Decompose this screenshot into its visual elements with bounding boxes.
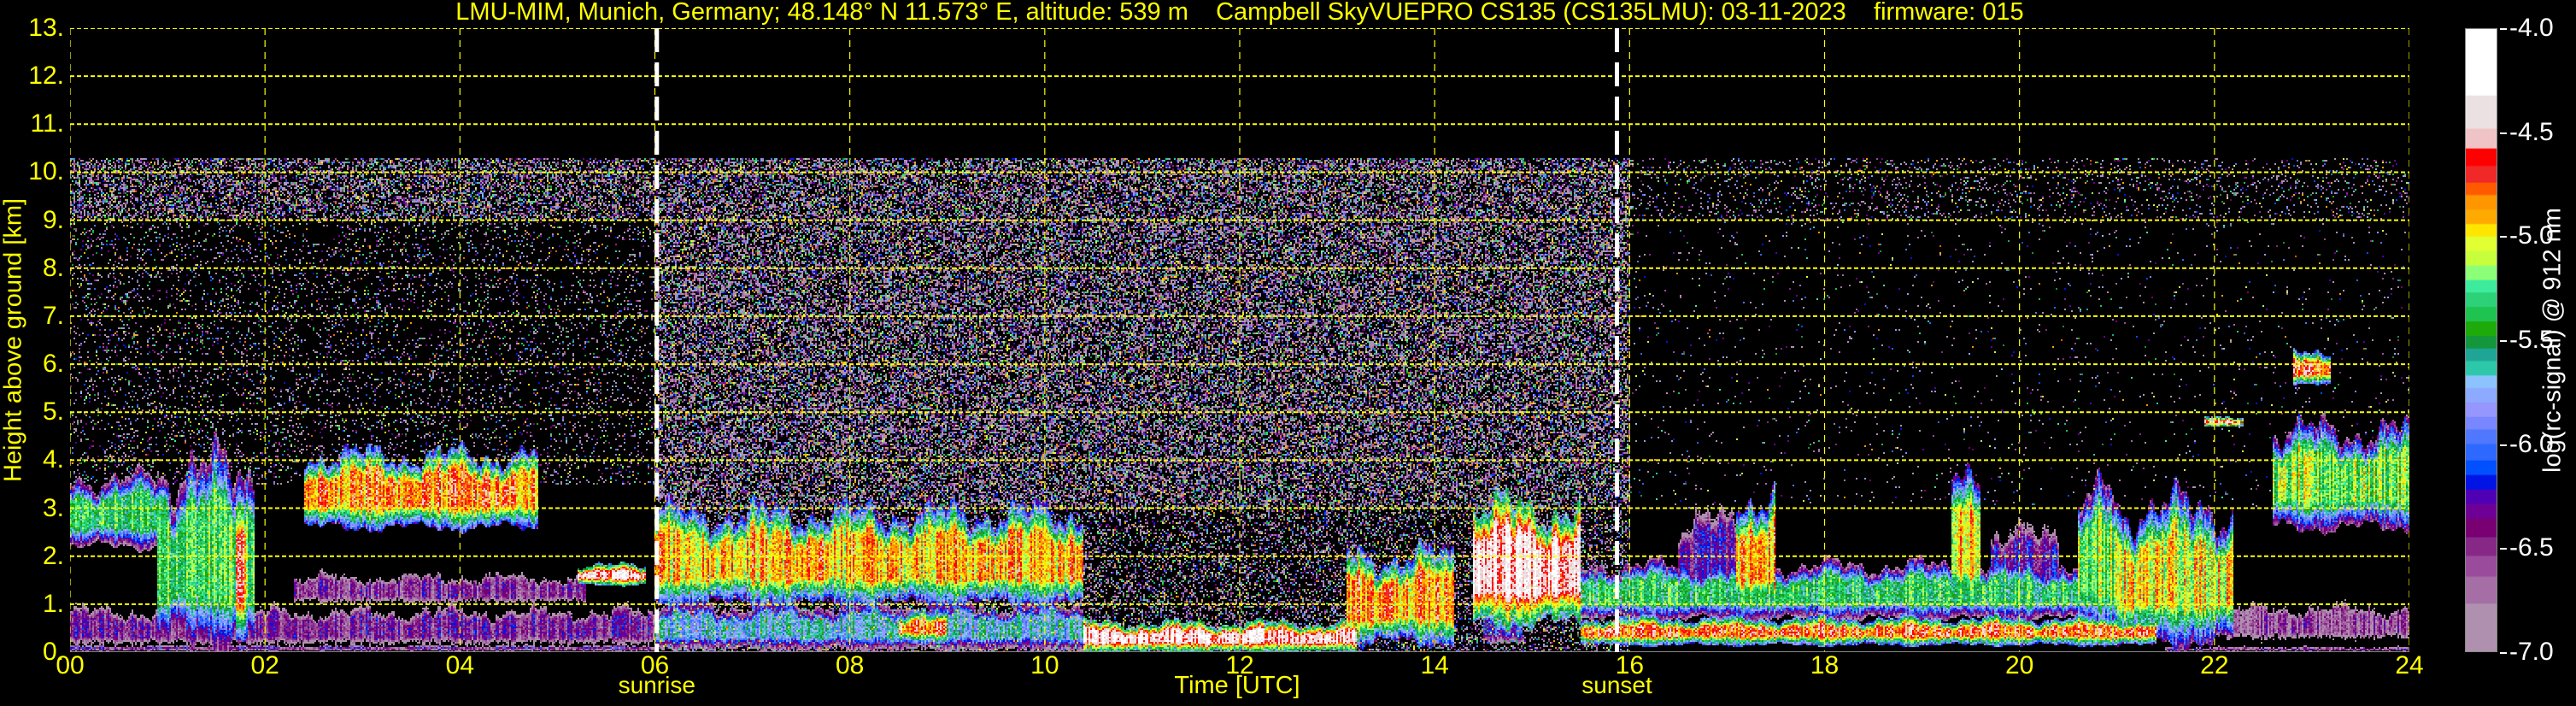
y-axis-label: Height above ground [km] — [0, 197, 27, 483]
y-tick-label: 12. — [28, 62, 64, 91]
sunrise-label: sunrise — [618, 672, 695, 698]
x-tick-label: 18 — [1810, 651, 1840, 680]
colorbar — [2465, 28, 2497, 652]
y-tick-label: 1. — [42, 589, 64, 618]
colorbar-tick-label: -4.5 — [2500, 118, 2554, 147]
y-tick-label: 11. — [30, 109, 64, 138]
x-tick-label: 04 — [445, 651, 475, 680]
x-tick-label: 00 — [56, 651, 85, 680]
y-tick-label: 2. — [42, 541, 64, 570]
grid-overlay — [70, 28, 2409, 652]
y-tick-label: 4. — [42, 445, 64, 474]
plot-area — [70, 28, 2409, 652]
y-tick-label: 5. — [42, 397, 64, 427]
x-tick-label: 02 — [250, 651, 279, 680]
sunset-label: sunset — [1581, 672, 1652, 698]
y-tick-label: 10. — [28, 157, 64, 186]
colorbar-tick-label: -6.5 — [2500, 533, 2554, 562]
colorbar-tick-label: -7.0 — [2500, 638, 2554, 667]
y-tick-label: 3. — [42, 493, 64, 522]
x-tick-label: 08 — [835, 651, 865, 680]
colorbar-tick-label: -4.0 — [2500, 14, 2554, 43]
x-tick-label: 10 — [1030, 651, 1059, 680]
x-tick-label: 22 — [2200, 651, 2229, 680]
y-tick-label: 9. — [42, 205, 64, 234]
y-tick-label: 7. — [42, 301, 64, 330]
colorbar-label: log(rc-signal) @ 912 nm — [2538, 208, 2567, 473]
x-tick-label: 20 — [2004, 651, 2034, 680]
y-tick-label: 8. — [42, 253, 64, 282]
x-axis-label: Time [UTC] — [1174, 672, 1300, 699]
x-tick-label: 14 — [1420, 651, 1449, 680]
x-tick-label: 24 — [2395, 651, 2424, 680]
chart-title: LMU-MIM, Munich, Germany; 48.148° N 11.5… — [455, 0, 2024, 26]
y-tick-label: 6. — [42, 350, 64, 379]
y-tick-label: 13. — [28, 14, 64, 42]
